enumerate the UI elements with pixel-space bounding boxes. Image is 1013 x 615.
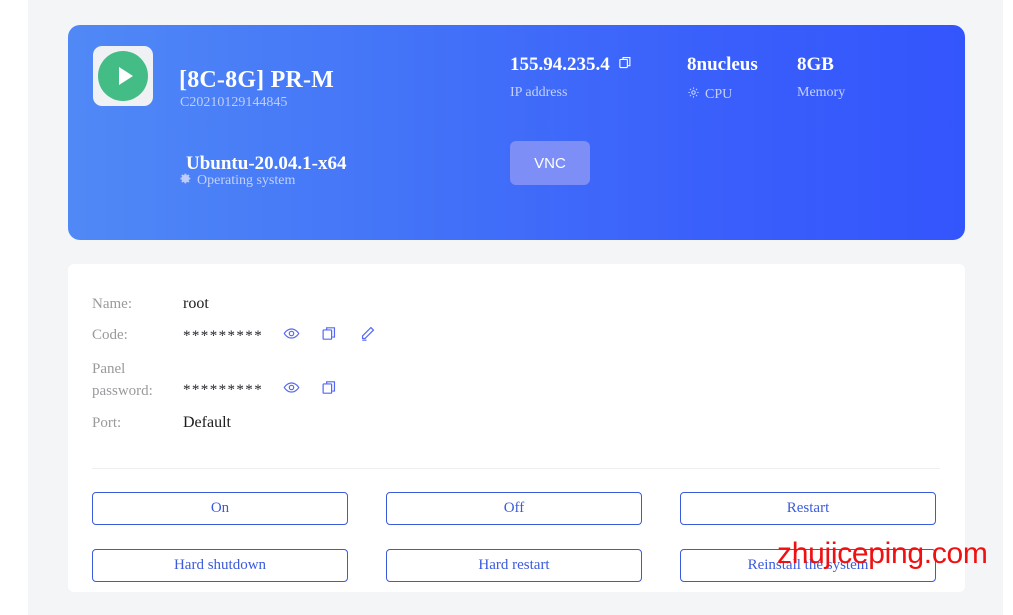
power-off-button[interactable]: Off: [386, 492, 642, 525]
eye-icon[interactable]: [283, 379, 300, 401]
panel-password-label: Panel password:: [92, 358, 153, 402]
server-details-card: Name: root Code: ********* Panel passwor…: [68, 264, 965, 592]
cpu-caption: CPU: [705, 86, 733, 102]
name-value: root: [183, 295, 209, 312]
play-triangle-icon: [118, 67, 133, 85]
row-name: Name: root: [92, 294, 376, 314]
hard-shutdown-button[interactable]: Hard shutdown: [92, 549, 348, 582]
memory-caption: Memory: [797, 85, 846, 100]
stat-ip-address: 155.94.235.4 IP address: [510, 55, 633, 100]
eye-icon[interactable]: [283, 325, 300, 347]
panel-password-value-wrap: *********: [183, 379, 338, 401]
panel-password-label-line2: password:: [92, 383, 153, 399]
page-title: [8C-8G] PR-M: [179, 67, 335, 93]
stat-cpu: 8nucleus CPU: [687, 55, 758, 103]
server-summary-card: [8C-8G] PR-M C20210129144845 Ubuntu-20.0…: [68, 25, 965, 240]
ip-address-caption: IP address: [510, 85, 568, 100]
os-label-text: Operating system: [197, 173, 296, 188]
gear-icon: [179, 172, 192, 190]
code-value-wrap: *********: [183, 325, 376, 347]
ip-address-value-row: 155.94.235.4: [510, 55, 633, 74]
code-actions: [283, 325, 376, 347]
memory-value: 8GB: [797, 54, 834, 75]
vnc-button[interactable]: VNC: [510, 141, 590, 185]
row-panel-password: Panel password: *********: [92, 358, 376, 402]
code-value-masked: *********: [183, 328, 264, 344]
stat-memory: 8GB Memory: [797, 55, 845, 100]
port-label: Port:: [92, 415, 122, 431]
power-on-button[interactable]: On: [92, 492, 348, 525]
panel-password-actions: [283, 379, 338, 401]
hard-restart-button[interactable]: Hard restart: [386, 549, 642, 582]
server-status-icon-container[interactable]: [93, 46, 153, 106]
reinstall-system-button[interactable]: Reinstall the system: [680, 549, 936, 582]
ip-address-value: 155.94.235.4: [510, 54, 610, 75]
copy-icon[interactable]: [321, 325, 338, 347]
port-value: Default: [183, 414, 231, 431]
copy-icon[interactable]: [321, 379, 338, 401]
power-actions-grid: On Off Restart Hard shutdown Hard restar…: [92, 492, 940, 582]
pencil-icon[interactable]: [359, 325, 376, 347]
code-label: Code:: [92, 327, 128, 343]
ip-address-caption-row: IP address: [510, 86, 633, 100]
memory-value-row: 8GB: [797, 55, 845, 74]
panel-password-label-line1: Panel: [92, 361, 126, 377]
cpu-value-row: 8nucleus: [687, 55, 758, 74]
play-circle-icon: [98, 51, 148, 101]
name-label: Name:: [92, 296, 132, 312]
memory-caption-row: Memory: [797, 86, 845, 100]
restart-button[interactable]: Restart: [680, 492, 936, 525]
section-divider: [92, 468, 940, 469]
os-label-row: Operating system: [179, 172, 295, 190]
row-port: Port: Default: [92, 413, 376, 433]
panel-password-value-masked: *********: [183, 382, 264, 398]
cpu-value: 8nucleus: [687, 54, 758, 75]
cpu-caption-row: CPU: [687, 86, 758, 103]
copy-icon[interactable]: [618, 55, 633, 74]
gear-icon: [687, 86, 700, 103]
credentials-table: Name: root Code: ********* Panel passwor…: [92, 294, 376, 444]
instance-id: C20210129144845: [180, 95, 288, 110]
row-code: Code: *********: [92, 325, 376, 347]
